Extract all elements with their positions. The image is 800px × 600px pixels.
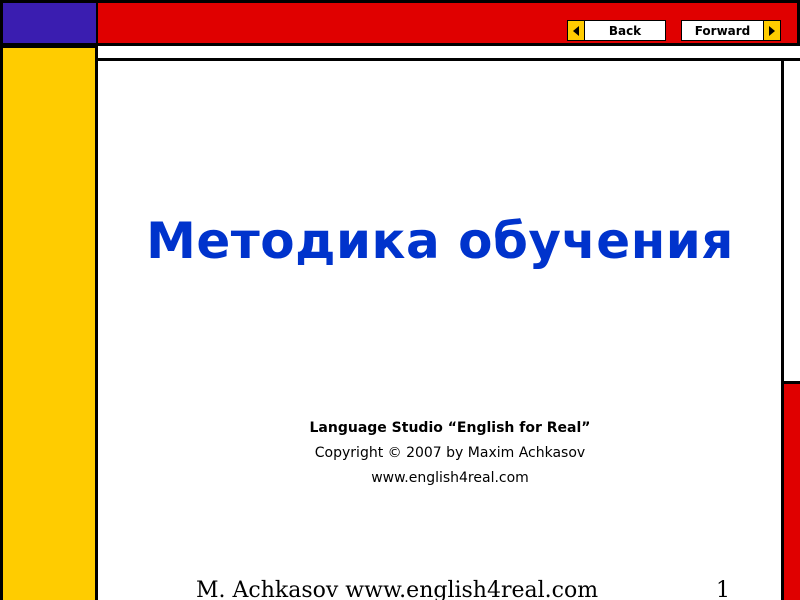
website-line: www.english4real.com [371, 470, 529, 486]
left-yellow-bar [0, 46, 98, 600]
forward-button-label: Forward [694, 23, 751, 38]
right-white-stripe [784, 61, 800, 381]
top-divider-line [98, 58, 800, 61]
back-button[interactable]: Back [567, 20, 666, 41]
top-white-stripe [98, 46, 800, 58]
page-number: 1 [716, 578, 730, 600]
forward-button[interactable]: Forward [681, 20, 781, 41]
studio-name: Language Studio “English for Real” [309, 420, 591, 436]
back-button-label: Back [608, 23, 642, 38]
slide-title: Методика обучения [146, 212, 734, 270]
copyright-line: Copyright © 2007 by Maxim Achkasov [314, 445, 586, 461]
arrow-left-icon [568, 21, 585, 40]
blue-corner-block [0, 0, 98, 46]
arrow-right-icon [763, 21, 780, 40]
slide-credits: Language Studio “English for Real” Copyr… [150, 416, 750, 491]
right-red-block [784, 381, 800, 600]
footer-text: M. Achkasov www.english4real.com [196, 578, 599, 600]
